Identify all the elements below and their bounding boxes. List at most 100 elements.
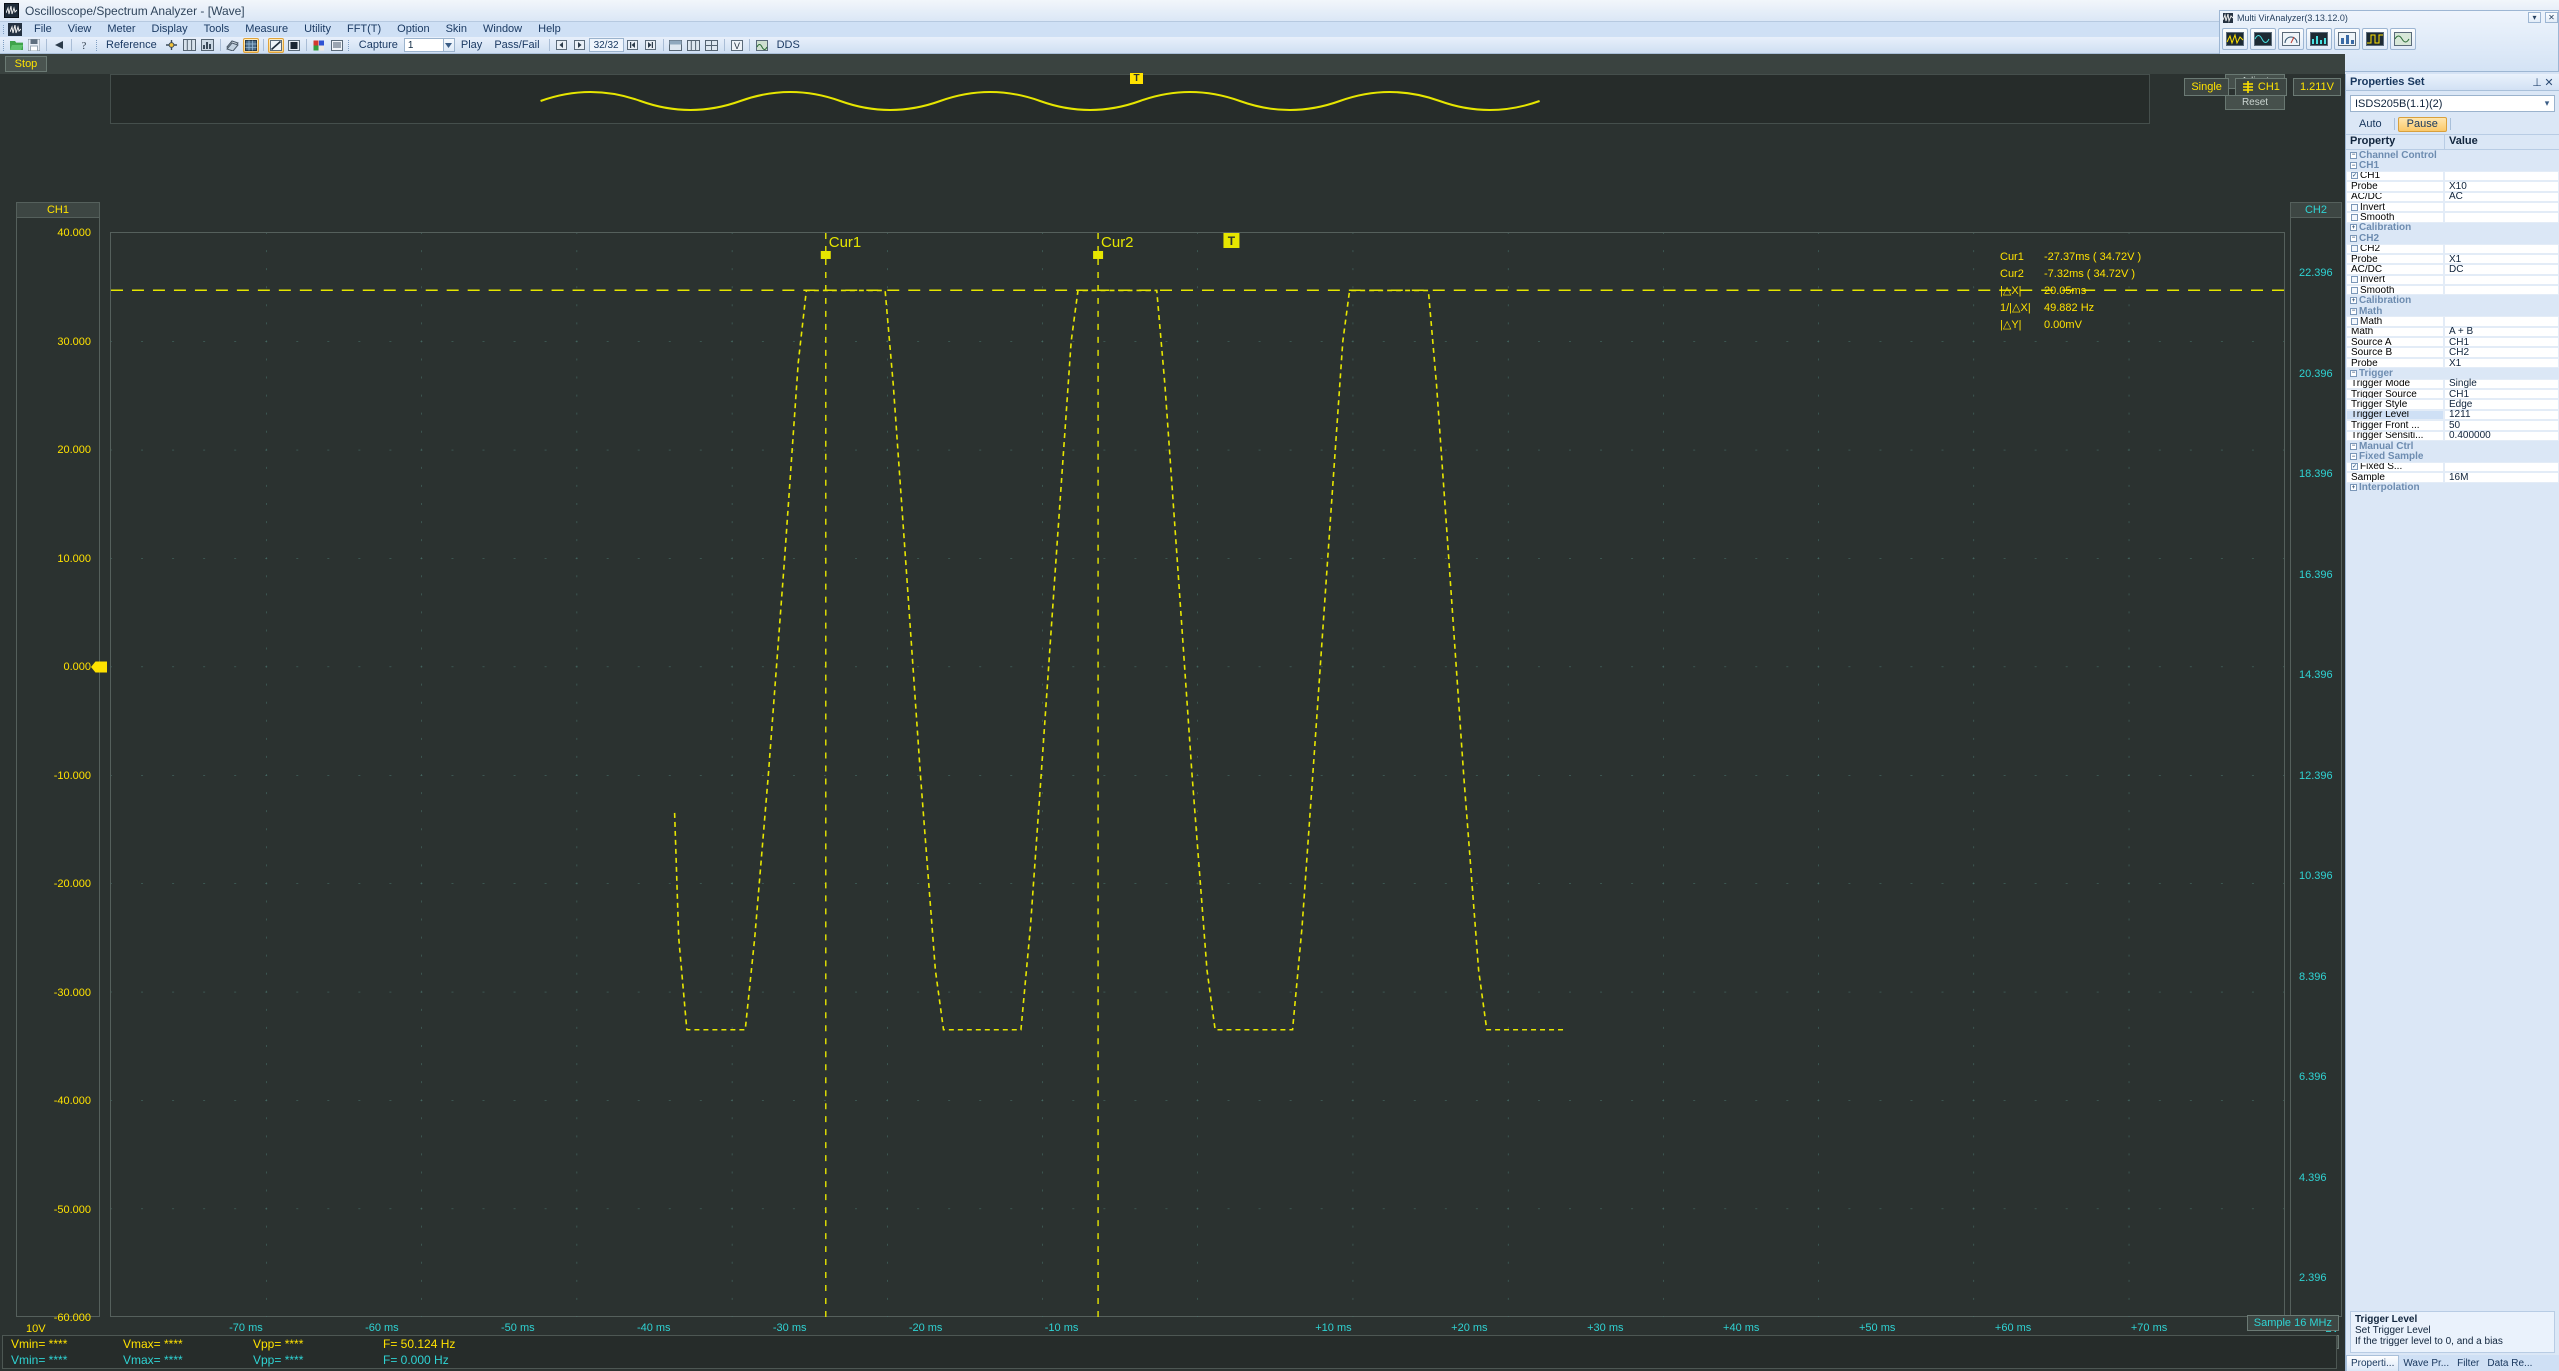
- property-row[interactable]: Math A + B: [2346, 326, 2559, 337]
- property-row[interactable]: Smooth: [2346, 285, 2559, 296]
- property-row[interactable]: Trigger Front ... 50: [2346, 420, 2559, 431]
- property-value-cell[interactable]: 0.400000: [2444, 430, 2559, 441]
- reference-overview-strip[interactable]: T: [110, 73, 2150, 124]
- property-row[interactable]: Invert: [2346, 201, 2559, 213]
- menu-grip[interactable]: [0, 22, 8, 37]
- fill-black-icon[interactable]: [286, 38, 302, 53]
- property-row[interactable]: Trigger Level 1211: [2346, 409, 2559, 420]
- viranalyzer-pin-button[interactable]: ▾: [2528, 12, 2541, 23]
- property-value-cell[interactable]: Single: [2444, 378, 2559, 389]
- property-row[interactable]: − Trigger: [2346, 368, 2559, 379]
- pin-icon[interactable]: ⊥: [2531, 76, 2543, 89]
- checkbox[interactable]: [2351, 286, 2358, 294]
- property-row[interactable]: Probe X10: [2346, 181, 2559, 192]
- property-row[interactable]: Trigger Sensiti... 0.400000: [2346, 430, 2559, 441]
- layers-icon[interactable]: [225, 38, 241, 53]
- property-value-cell[interactable]: 50: [2444, 420, 2559, 431]
- undo-arrow-icon[interactable]: [51, 38, 67, 53]
- reference-button[interactable]: Reference: [100, 39, 163, 51]
- cursor2-line-handle[interactable]: [1093, 250, 1104, 259]
- property-value-cell[interactable]: CH1: [2444, 389, 2559, 400]
- property-value-cell[interactable]: [2444, 368, 2559, 378]
- run-stop-button[interactable]: Stop: [5, 56, 47, 72]
- ch1-ground-marker[interactable]: [91, 661, 107, 673]
- checkbox[interactable]: ✓: [2351, 463, 2358, 471]
- split-vertical-icon[interactable]: [686, 38, 702, 53]
- property-row[interactable]: − Math: [2346, 306, 2559, 317]
- property-row[interactable]: AC/DC DC: [2346, 264, 2559, 275]
- menu-meter[interactable]: Meter: [99, 22, 143, 37]
- property-row[interactable]: ✓ CH1: [2346, 170, 2559, 182]
- property-row[interactable]: Smooth: [2346, 212, 2559, 223]
- viranalyzer-close-button[interactable]: ✕: [2545, 12, 2558, 23]
- tab-auto[interactable]: Auto: [2350, 117, 2391, 132]
- open-folder-icon[interactable]: [8, 38, 24, 53]
- menu-help[interactable]: Help: [530, 22, 569, 37]
- grid-toggle-icon[interactable]: [242, 37, 259, 53]
- property-row[interactable]: Invert: [2346, 274, 2559, 286]
- cursor1-line-handle[interactable]: [820, 250, 831, 259]
- property-row[interactable]: − Fixed Sample: [2346, 451, 2559, 462]
- property-row[interactable]: AC/DC AC: [2346, 191, 2559, 202]
- checkbox[interactable]: [2351, 203, 2358, 211]
- property-value-cell[interactable]: [2444, 170, 2559, 182]
- property-row[interactable]: − CH1: [2346, 160, 2559, 171]
- property-value-cell[interactable]: AC: [2444, 191, 2559, 202]
- menu-utility[interactable]: Utility: [296, 22, 339, 37]
- tab-pause[interactable]: Pause: [2397, 116, 2447, 132]
- property-value-cell[interactable]: A + B: [2444, 326, 2559, 337]
- columns-view-icon[interactable]: [182, 38, 198, 53]
- property-value-cell[interactable]: [2444, 451, 2559, 461]
- menu-tools[interactable]: Tools: [196, 22, 238, 37]
- trigger-marker-overview[interactable]: T: [1130, 73, 1143, 84]
- property-row[interactable]: − Manual Ctrl: [2346, 441, 2559, 452]
- trigger-level-badge[interactable]: 1.211V: [2292, 78, 2341, 96]
- property-value-cell[interactable]: [2444, 483, 2559, 493]
- line-style-icon[interactable]: [267, 37, 284, 53]
- footer-tab[interactable]: Properti...: [2346, 1355, 2400, 1371]
- autoset-icon[interactable]: [164, 38, 180, 53]
- property-value-cell[interactable]: [2444, 441, 2559, 451]
- property-value-cell[interactable]: [2444, 285, 2559, 296]
- trigger-mode-badge[interactable]: Single: [2184, 78, 2229, 96]
- property-value-cell[interactable]: X10: [2444, 181, 2559, 192]
- analyzer-pulse-icon[interactable]: [2362, 28, 2388, 50]
- property-row[interactable]: Probe X1: [2346, 254, 2559, 265]
- chevron-down-icon[interactable]: [443, 38, 455, 52]
- collapse-icon[interactable]: −: [2350, 234, 2357, 242]
- property-row[interactable]: − CH2: [2346, 233, 2559, 244]
- property-value-cell[interactable]: [2444, 306, 2559, 316]
- menu-measure[interactable]: Measure: [237, 22, 296, 37]
- property-value-cell[interactable]: [2444, 223, 2559, 233]
- property-row[interactable]: Sample 16M: [2346, 472, 2559, 483]
- expand-icon[interactable]: +: [2350, 484, 2357, 492]
- property-value-cell[interactable]: [2444, 212, 2559, 223]
- property-value-cell[interactable]: 1211: [2444, 409, 2559, 420]
- trigger-position-marker[interactable]: T: [1223, 233, 1240, 248]
- expand-icon[interactable]: +: [2350, 297, 2357, 305]
- menu-file[interactable]: File: [26, 22, 60, 37]
- property-value-cell[interactable]: CH1: [2444, 337, 2559, 348]
- checkbox[interactable]: [2351, 214, 2358, 222]
- help-question-icon[interactable]: ?: [76, 38, 92, 53]
- footer-tab[interactable]: Filter: [2453, 1355, 2483, 1371]
- reference-reset-button[interactable]: Reset: [2225, 95, 2285, 110]
- property-value-cell[interactable]: [2444, 295, 2559, 305]
- property-row[interactable]: Trigger Style Edge: [2346, 399, 2559, 410]
- collapse-icon[interactable]: −: [2350, 162, 2357, 170]
- device-select[interactable]: ISDS205B(1.1)(2) ▾: [2350, 95, 2555, 112]
- toolbar-grip-2[interactable]: [93, 38, 100, 53]
- property-row[interactable]: − Channel Control: [2346, 150, 2559, 161]
- property-value-cell[interactable]: [2444, 461, 2559, 473]
- checkbox[interactable]: ✓: [2351, 172, 2358, 180]
- property-row[interactable]: + Calibration: [2346, 295, 2559, 306]
- property-row[interactable]: CH2: [2346, 243, 2559, 254]
- checkbox[interactable]: [2351, 276, 2358, 284]
- checkbox[interactable]: [2351, 245, 2358, 253]
- toolbar-grip-3[interactable]: [346, 38, 353, 53]
- checkbox[interactable]: [2351, 317, 2358, 325]
- property-row[interactable]: Trigger Mode Single: [2346, 378, 2559, 389]
- property-value-cell[interactable]: [2444, 201, 2559, 213]
- step-forward-icon[interactable]: [572, 38, 588, 53]
- collapse-icon[interactable]: −: [2350, 151, 2357, 159]
